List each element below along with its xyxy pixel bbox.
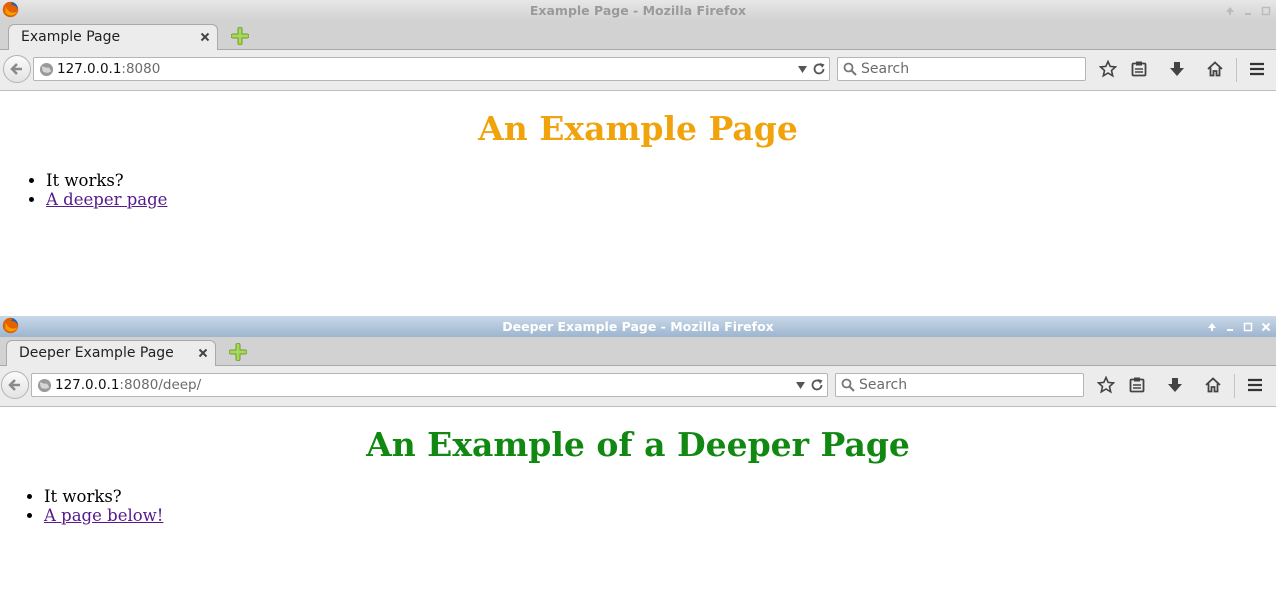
list-item: It works? (44, 487, 163, 506)
search-icon (843, 62, 857, 76)
tab-strip: Example Page (0, 21, 1276, 50)
window-controls (1206, 316, 1272, 337)
hamburger-menu-icon[interactable] (1248, 60, 1266, 78)
minimize-icon[interactable] (1242, 5, 1254, 17)
reload-icon[interactable] (812, 62, 826, 76)
navigation-toolbar: 127.0.0.1:8080/deep/ (0, 366, 1276, 407)
url-text: 127.0.0.1:8080/deep/ (55, 377, 201, 393)
firefox-logo-icon (2, 1, 19, 18)
page-list: It works? A page below! (0, 487, 163, 525)
search-input[interactable] (861, 60, 1081, 78)
search-input[interactable] (859, 376, 1079, 394)
close-icon[interactable] (199, 31, 211, 43)
star-icon[interactable] (1097, 376, 1115, 394)
hamburger-menu-icon[interactable] (1246, 376, 1264, 394)
firefox-logo-icon (2, 317, 19, 334)
restore-icon[interactable] (1260, 5, 1272, 17)
globe-icon (37, 378, 52, 393)
tab-strip: Deeper Example Page (0, 337, 1276, 366)
search-bar[interactable] (835, 373, 1084, 397)
plus-icon[interactable] (229, 343, 247, 361)
url-host: 127.0.0.1 (57, 61, 122, 77)
list-item: A page below! (44, 506, 163, 525)
globe-icon (39, 62, 54, 77)
home-icon[interactable] (1206, 60, 1224, 78)
search-icon (841, 378, 855, 392)
url-text: 127.0.0.1:8080 (57, 61, 160, 77)
page-heading: An Example Page (478, 109, 798, 148)
download-icon[interactable] (1168, 60, 1186, 78)
maximize-icon[interactable] (1206, 321, 1218, 333)
list-item: A deeper page (46, 190, 167, 209)
tab-example-page[interactable]: Example Page (8, 24, 218, 50)
tab-title: Example Page (21, 29, 121, 45)
dropdown-arrow-icon[interactable] (796, 382, 805, 389)
back-button[interactable] (1, 371, 29, 399)
download-icon[interactable] (1166, 376, 1184, 394)
restore-icon[interactable] (1242, 321, 1254, 333)
tab-deeper-example-page[interactable]: Deeper Example Page (6, 340, 216, 366)
dropdown-arrow-icon[interactable] (798, 66, 807, 73)
url-port: :8080 (121, 61, 161, 77)
deeper-page-link[interactable]: A deeper page (46, 190, 167, 209)
minimize-icon[interactable] (1224, 321, 1236, 333)
back-arrow-icon (8, 379, 20, 391)
url-bar[interactable]: 127.0.0.1:8080/deep/ (31, 373, 828, 397)
back-button[interactable] (3, 55, 31, 83)
page-below-link[interactable]: A page below! (44, 506, 163, 525)
window-titlebar[interactable]: Deeper Example Page - Mozilla Firefox (0, 316, 1276, 337)
toolbar-separator (1234, 374, 1235, 398)
reading-list-icon[interactable] (1128, 376, 1146, 394)
firefox-window-deeper-page: Deeper Example Page - Mozilla Firefox De… (0, 316, 1276, 590)
url-path: :8080/deep/ (119, 377, 202, 393)
navigation-toolbar: 127.0.0.1:8080 (0, 50, 1276, 91)
url-host: 127.0.0.1 (55, 377, 120, 393)
back-arrow-icon (10, 63, 22, 75)
list-item: It works? (46, 171, 167, 190)
url-bar[interactable]: 127.0.0.1:8080 (33, 57, 830, 81)
window-title: Deeper Example Page - Mozilla Firefox (502, 319, 774, 334)
toolbar-separator (1236, 58, 1237, 82)
close-icon[interactable] (1260, 321, 1272, 333)
close-icon[interactable] (197, 347, 209, 359)
home-icon[interactable] (1204, 376, 1222, 394)
reading-list-icon[interactable] (1130, 60, 1148, 78)
window-titlebar[interactable]: Example Page - Mozilla Firefox (0, 0, 1276, 21)
window-title: Example Page - Mozilla Firefox (529, 3, 747, 18)
page-heading: An Example of a Deeper Page (366, 425, 910, 464)
tab-title: Deeper Example Page (19, 345, 174, 361)
firefox-window-example-page: Example Page - Mozilla Firefox Example P… (0, 0, 1276, 315)
plus-icon[interactable] (231, 27, 249, 45)
window-controls (1224, 0, 1272, 21)
maximize-icon[interactable] (1224, 5, 1236, 17)
reload-icon[interactable] (810, 378, 824, 392)
star-icon[interactable] (1099, 60, 1117, 78)
search-bar[interactable] (837, 57, 1086, 81)
page-list: It works? A deeper page (2, 171, 167, 209)
